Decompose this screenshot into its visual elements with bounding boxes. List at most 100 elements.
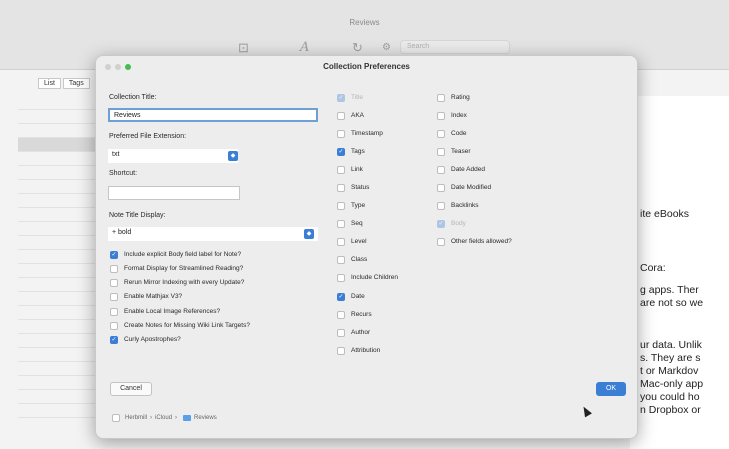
field-checkbox-recurs[interactable]: Recurs	[337, 309, 372, 320]
option-checkbox-row[interactable]: Rerun Mirror Indexing with every Update?	[110, 277, 244, 288]
chevron-down-icon[interactable]: ◆	[228, 151, 238, 161]
checkbox[interactable]	[437, 147, 445, 156]
field-checkbox-date[interactable]: ✓ Date	[337, 291, 365, 302]
list-item[interactable]	[18, 362, 98, 376]
field-checkbox-index[interactable]: Index	[437, 110, 467, 121]
tab-list[interactable]: List	[38, 78, 61, 89]
field-checkbox-date-modified[interactable]: Date Modified	[437, 182, 491, 193]
field-checkbox-code[interactable]: Code	[437, 128, 467, 139]
field-checkbox-date-added[interactable]: Date Added	[437, 164, 485, 175]
list-item[interactable]	[18, 376, 98, 390]
field-checkbox-backlinks[interactable]: Backlinks	[437, 200, 478, 211]
tab-tags[interactable]: Tags	[62, 78, 90, 89]
font-icon[interactable]: A	[300, 40, 309, 55]
list-item[interactable]	[18, 390, 98, 404]
field-checkbox-link[interactable]: Link	[337, 164, 363, 175]
option-checkbox-row[interactable]: Create Notes for Missing Wiki Link Targe…	[110, 320, 250, 331]
checkbox[interactable]	[337, 310, 345, 319]
option-checkbox-row[interactable]: Format Display for Streamlined Reading?	[110, 263, 243, 274]
note-text-line: s. They are s	[640, 352, 701, 364]
option-checkbox-row[interactable]: Enable Mathjax V3?	[110, 291, 182, 302]
field-checkbox-type[interactable]: Type	[337, 200, 365, 211]
list-item[interactable]	[18, 138, 98, 152]
list-item[interactable]	[18, 292, 98, 306]
checkbox[interactable]	[437, 165, 445, 174]
list-item[interactable]	[18, 306, 98, 320]
checkbox[interactable]	[110, 264, 118, 273]
checkbox[interactable]: ✓	[110, 335, 118, 344]
checkbox[interactable]: ✓	[110, 250, 118, 259]
shortcut-field[interactable]	[108, 186, 240, 200]
list-item[interactable]	[18, 278, 98, 292]
list-item[interactable]	[18, 320, 98, 334]
ok-button[interactable]: OK	[596, 382, 626, 396]
list-item[interactable]	[18, 404, 98, 418]
list-item[interactable]	[18, 348, 98, 362]
option-checkbox-row[interactable]: ✓ Include explicit Body field label for N…	[110, 249, 241, 260]
list-item[interactable]	[18, 208, 98, 222]
list-item[interactable]	[18, 110, 98, 124]
gear-icon[interactable]: ⚙	[382, 42, 391, 53]
checkbox[interactable]	[110, 307, 118, 316]
list-item[interactable]	[18, 124, 98, 138]
cancel-button[interactable]: Cancel	[110, 382, 152, 396]
checkbox[interactable]	[337, 273, 345, 282]
checkbox[interactable]	[337, 219, 345, 228]
list-item[interactable]	[18, 194, 98, 208]
note-title-display-select[interactable]: + bold	[108, 227, 318, 241]
checkbox[interactable]	[437, 111, 445, 120]
option-checkbox-row[interactable]: Enable Local Image References?	[110, 306, 220, 317]
checkbox[interactable]	[110, 321, 118, 330]
checkbox[interactable]	[337, 183, 345, 192]
checkbox[interactable]	[437, 129, 445, 138]
search-input[interactable]: Search	[400, 40, 510, 54]
checkbox[interactable]	[110, 278, 118, 287]
field-checkbox-aka[interactable]: AKA	[337, 110, 364, 121]
list-item[interactable]	[18, 96, 98, 110]
list-item[interactable]	[18, 166, 98, 180]
checkbox[interactable]	[337, 129, 345, 138]
checkbox[interactable]	[437, 201, 445, 210]
list-item[interactable]	[18, 222, 98, 236]
option-label: Enable Local Image References?	[124, 308, 221, 315]
list-item[interactable]	[18, 236, 98, 250]
field-checkbox-attribution[interactable]: Attribution	[337, 345, 380, 356]
field-checkbox-seq[interactable]: Seq	[337, 218, 363, 229]
collection-title-field[interactable]: Reviews	[108, 108, 318, 122]
field-checkbox-status[interactable]: Status	[337, 182, 369, 193]
list-item[interactable]	[18, 250, 98, 264]
checkbox[interactable]	[337, 328, 345, 337]
checkbox[interactable]	[337, 237, 345, 246]
field-checkbox-level[interactable]: Level	[337, 236, 367, 247]
list-item[interactable]	[18, 264, 98, 278]
file-extension-select[interactable]: txt	[108, 149, 238, 163]
list-item[interactable]	[18, 180, 98, 194]
option-checkbox-row[interactable]: ✓ Curly Apostrophes?	[110, 334, 181, 345]
chevron-down-icon[interactable]: ◆	[304, 229, 314, 239]
list-item[interactable]	[18, 334, 98, 348]
field-checkbox-teaser[interactable]: Teaser	[437, 146, 471, 157]
field-checkbox-include-children[interactable]: Include Children	[337, 272, 398, 283]
note-text-line: Cora:	[640, 262, 666, 274]
checkbox[interactable]: ✓	[337, 292, 345, 301]
refresh-icon[interactable]: ↻	[352, 40, 363, 56]
field-checkbox-timestamp[interactable]: Timestamp	[337, 128, 383, 139]
checkbox[interactable]	[437, 93, 445, 102]
checkbox[interactable]: ✓	[337, 147, 345, 156]
checkbox[interactable]	[110, 292, 118, 301]
field-checkbox-tags[interactable]: ✓ Tags	[337, 146, 365, 157]
checkbox[interactable]	[337, 165, 345, 174]
checkbox[interactable]	[437, 237, 445, 246]
field-checkbox-rating[interactable]: Rating	[437, 92, 470, 103]
field-checkbox-class[interactable]: Class	[337, 254, 367, 265]
checkbox[interactable]	[337, 346, 345, 355]
sidebar-icon[interactable]: ⊡	[238, 40, 249, 56]
list-item[interactable]	[18, 152, 98, 166]
checkbox[interactable]	[337, 111, 345, 120]
field-checkbox-author[interactable]: Author	[337, 327, 370, 338]
checkbox[interactable]	[437, 183, 445, 192]
field-checkbox-other-fields[interactable]: Other fields allowed?	[437, 236, 512, 247]
note-list	[18, 96, 98, 449]
checkbox[interactable]	[337, 201, 345, 210]
checkbox[interactable]	[337, 255, 345, 264]
